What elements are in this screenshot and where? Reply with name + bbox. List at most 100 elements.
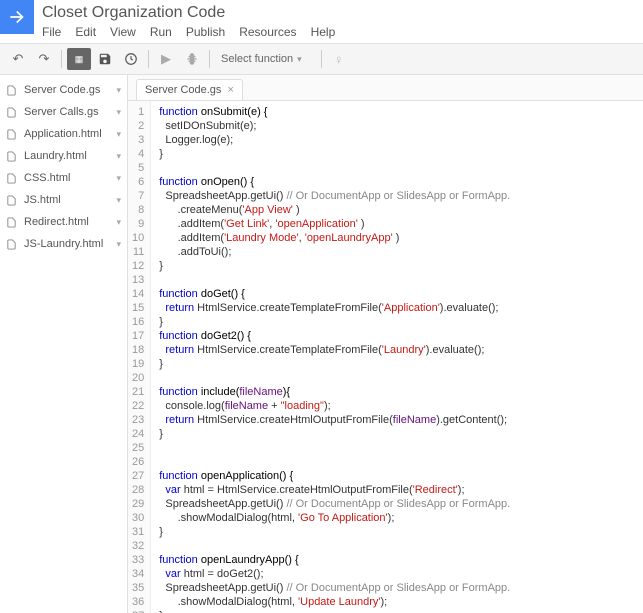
save-icon	[98, 52, 112, 66]
app-logo[interactable]	[0, 0, 34, 34]
line-number: 10	[132, 231, 144, 245]
code-line[interactable]: SpreadsheetApp.getUi() // Or DocumentApp…	[159, 497, 510, 511]
trigger-button[interactable]	[119, 48, 143, 70]
file-item[interactable]: JS.html▾	[0, 189, 127, 211]
line-number: 30	[132, 511, 144, 525]
code-line[interactable]: }	[159, 609, 510, 613]
file-item[interactable]: CSS.html ▾	[0, 167, 127, 189]
code-line[interactable]: function openLaundryApp() {	[159, 553, 510, 567]
bug-icon	[185, 52, 199, 66]
code-line[interactable]: return HtmlService.createHtmlOutputFromF…	[159, 413, 510, 427]
code-line[interactable]	[159, 455, 510, 469]
code-editor[interactable]: 1234567891011121314151617181920212223242…	[128, 101, 643, 613]
line-number: 33	[132, 553, 144, 567]
code-line[interactable]: .addItem('Get Link', 'openApplication' )	[159, 217, 510, 231]
code-line[interactable]: }	[159, 259, 510, 273]
save-button[interactable]	[93, 48, 117, 70]
code-line[interactable]: setIDOnSubmit(e);	[159, 119, 510, 133]
file-item[interactable]: JS-Laundry.html▾	[0, 233, 127, 255]
chevron-down-icon[interactable]: ▾	[116, 85, 121, 96]
code-line[interactable]: .showModalDialog(html, 'Go To Applicatio…	[159, 511, 510, 525]
code-line[interactable]: return HtmlService.createTemplateFromFil…	[159, 343, 510, 357]
code-line[interactable]	[159, 539, 510, 553]
menu-run[interactable]: Run	[150, 25, 172, 39]
file-name: CSS.html	[24, 172, 70, 184]
code-line[interactable]: function openApplication() {	[159, 469, 510, 483]
code-line[interactable]: SpreadsheetApp.getUi() // Or DocumentApp…	[159, 581, 510, 595]
code-line[interactable]	[159, 161, 510, 175]
file-item[interactable]: Server Code.gs ▾	[0, 79, 127, 101]
indent-button[interactable]: ▦	[67, 48, 91, 70]
html-file-icon	[6, 194, 18, 206]
clock-icon	[124, 52, 138, 66]
header-content: Closet Organization Code FileEditViewRun…	[34, 0, 643, 43]
toolbar: ↶ ↷ ▦ ▶ Select function ♀	[0, 44, 643, 75]
code-line[interactable]	[159, 273, 510, 287]
undo-button[interactable]: ↶	[6, 48, 30, 70]
menu-resources[interactable]: Resources	[239, 25, 296, 39]
close-icon[interactable]: ×	[227, 84, 233, 96]
code-line[interactable]: console.log(fileName + "loading");	[159, 399, 510, 413]
chevron-down-icon[interactable]: ▾	[116, 129, 121, 140]
redo-button[interactable]: ↷	[32, 48, 56, 70]
code-line[interactable]: .addItem('Laundry Mode', 'openLaundryApp…	[159, 231, 510, 245]
debug-button[interactable]	[180, 48, 204, 70]
file-item[interactable]: Application.html ▾	[0, 123, 127, 145]
file-name: Application.html	[24, 128, 102, 140]
function-select[interactable]: Select function	[215, 50, 316, 68]
code-line[interactable]: SpreadsheetApp.getUi() // Or DocumentApp…	[159, 189, 510, 203]
code-line[interactable]: }	[159, 357, 510, 371]
code-line[interactable]: }	[159, 147, 510, 161]
chevron-down-icon[interactable]: ▾	[116, 107, 121, 118]
main: Server Code.gs▾Server Calls.gs▾Applicati…	[0, 75, 643, 613]
line-number: 5	[132, 161, 144, 175]
code-line[interactable]: function onSubmit(e) {	[159, 105, 510, 119]
code-line[interactable]: var html = doGet2();	[159, 567, 510, 581]
code-line[interactable]: }	[159, 315, 510, 329]
chevron-down-icon[interactable]: ▾	[116, 173, 121, 184]
chevron-down-icon[interactable]: ▾	[116, 217, 121, 228]
code-line[interactable]	[159, 441, 510, 455]
code-lines[interactable]: function onSubmit(e) { setIDOnSubmit(e);…	[151, 101, 518, 613]
html-file-icon	[6, 128, 18, 140]
code-line[interactable]: function doGet() {	[159, 287, 510, 301]
run-button[interactable]: ▶	[154, 48, 178, 70]
chevron-down-icon[interactable]: ▾	[116, 239, 121, 250]
tab-active[interactable]: Server Code.gs ×	[136, 79, 243, 100]
file-item[interactable]: Server Calls.gs▾	[0, 101, 127, 123]
code-line[interactable]: .createMenu('App View' )	[159, 203, 510, 217]
tips-button[interactable]: ♀	[327, 48, 351, 70]
line-number: 8	[132, 203, 144, 217]
separator	[209, 50, 210, 68]
file-name: Server Code.gs	[24, 84, 100, 96]
line-number: 2	[132, 119, 144, 133]
code-line[interactable]: return HtmlService.createTemplateFromFil…	[159, 301, 510, 315]
code-line[interactable]: }	[159, 525, 510, 539]
code-line[interactable]: }	[159, 427, 510, 441]
code-line[interactable]: function onOpen() {	[159, 175, 510, 189]
code-line[interactable]	[159, 371, 510, 385]
code-line[interactable]: Logger.log(e);	[159, 133, 510, 147]
menu-view[interactable]: View	[110, 25, 136, 39]
code-line[interactable]: var html = HtmlService.createHtmlOutputF…	[159, 483, 510, 497]
line-number: 29	[132, 497, 144, 511]
code-line[interactable]: function doGet2() {	[159, 329, 510, 343]
chevron-down-icon[interactable]: ▾	[116, 195, 121, 206]
file-item[interactable]: Redirect.html▾	[0, 211, 127, 233]
line-number: 19	[132, 357, 144, 371]
header: Closet Organization Code FileEditViewRun…	[0, 0, 643, 44]
chevron-down-icon[interactable]: ▾	[116, 151, 121, 162]
code-line[interactable]: .addToUi();	[159, 245, 510, 259]
menu-publish[interactable]: Publish	[186, 25, 225, 39]
tab-label: Server Code.gs	[145, 84, 221, 96]
line-number: 13	[132, 273, 144, 287]
menu-file[interactable]: File	[42, 25, 61, 39]
code-line[interactable]: function include(fileName){	[159, 385, 510, 399]
line-number: 22	[132, 399, 144, 413]
menu-help[interactable]: Help	[311, 25, 336, 39]
file-item[interactable]: Laundry.html ▾	[0, 145, 127, 167]
code-line[interactable]: .showModalDialog(html, 'Update Laundry')…	[159, 595, 510, 609]
file-name: Laundry.html	[24, 150, 87, 162]
menu-edit[interactable]: Edit	[75, 25, 96, 39]
line-number: 37	[132, 609, 144, 613]
